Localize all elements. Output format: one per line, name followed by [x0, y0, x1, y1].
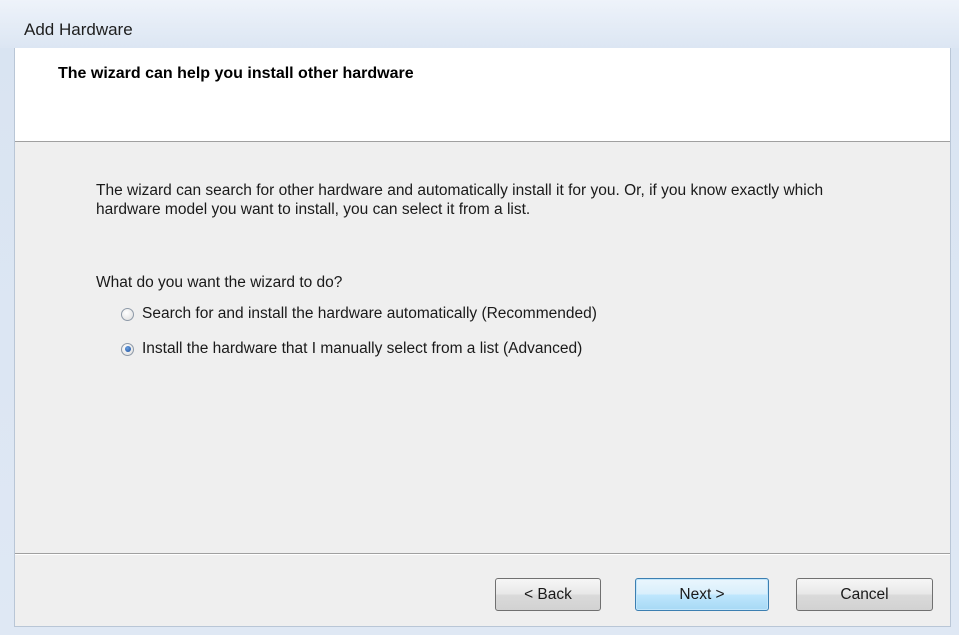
option-manual-select[interactable]: Install the hardware that I manually sel… — [121, 340, 582, 358]
wizard-frame: The wizard can help you install other ha… — [14, 48, 951, 627]
window-title: Add Hardware — [24, 20, 133, 39]
radio-button-checked[interactable] — [121, 342, 134, 356]
wizard-header: The wizard can help you install other ha… — [15, 48, 950, 142]
footer-separator — [15, 553, 950, 555]
wizard-description: The wizard can search for other hardware… — [96, 182, 824, 218]
back-button[interactable]: < Back — [495, 578, 601, 611]
cancel-button[interactable]: Cancel — [796, 578, 933, 611]
option-search-automatically[interactable]: Search for and install the hardware auto… — [121, 305, 597, 323]
option-label[interactable]: Install the hardware that I manually sel… — [142, 340, 582, 358]
add-hardware-window: Add Hardware The wizard can help you ins… — [0, 0, 959, 635]
header-title: The wizard can help you install other ha… — [58, 65, 414, 82]
radio-button-unchecked[interactable] — [121, 307, 134, 321]
title-bar[interactable]: Add Hardware — [0, 0, 959, 48]
wizard-question: What do you want the wizard to do? — [96, 274, 343, 291]
next-button[interactable]: Next > — [635, 578, 769, 611]
option-label[interactable]: Search for and install the hardware auto… — [142, 305, 597, 323]
